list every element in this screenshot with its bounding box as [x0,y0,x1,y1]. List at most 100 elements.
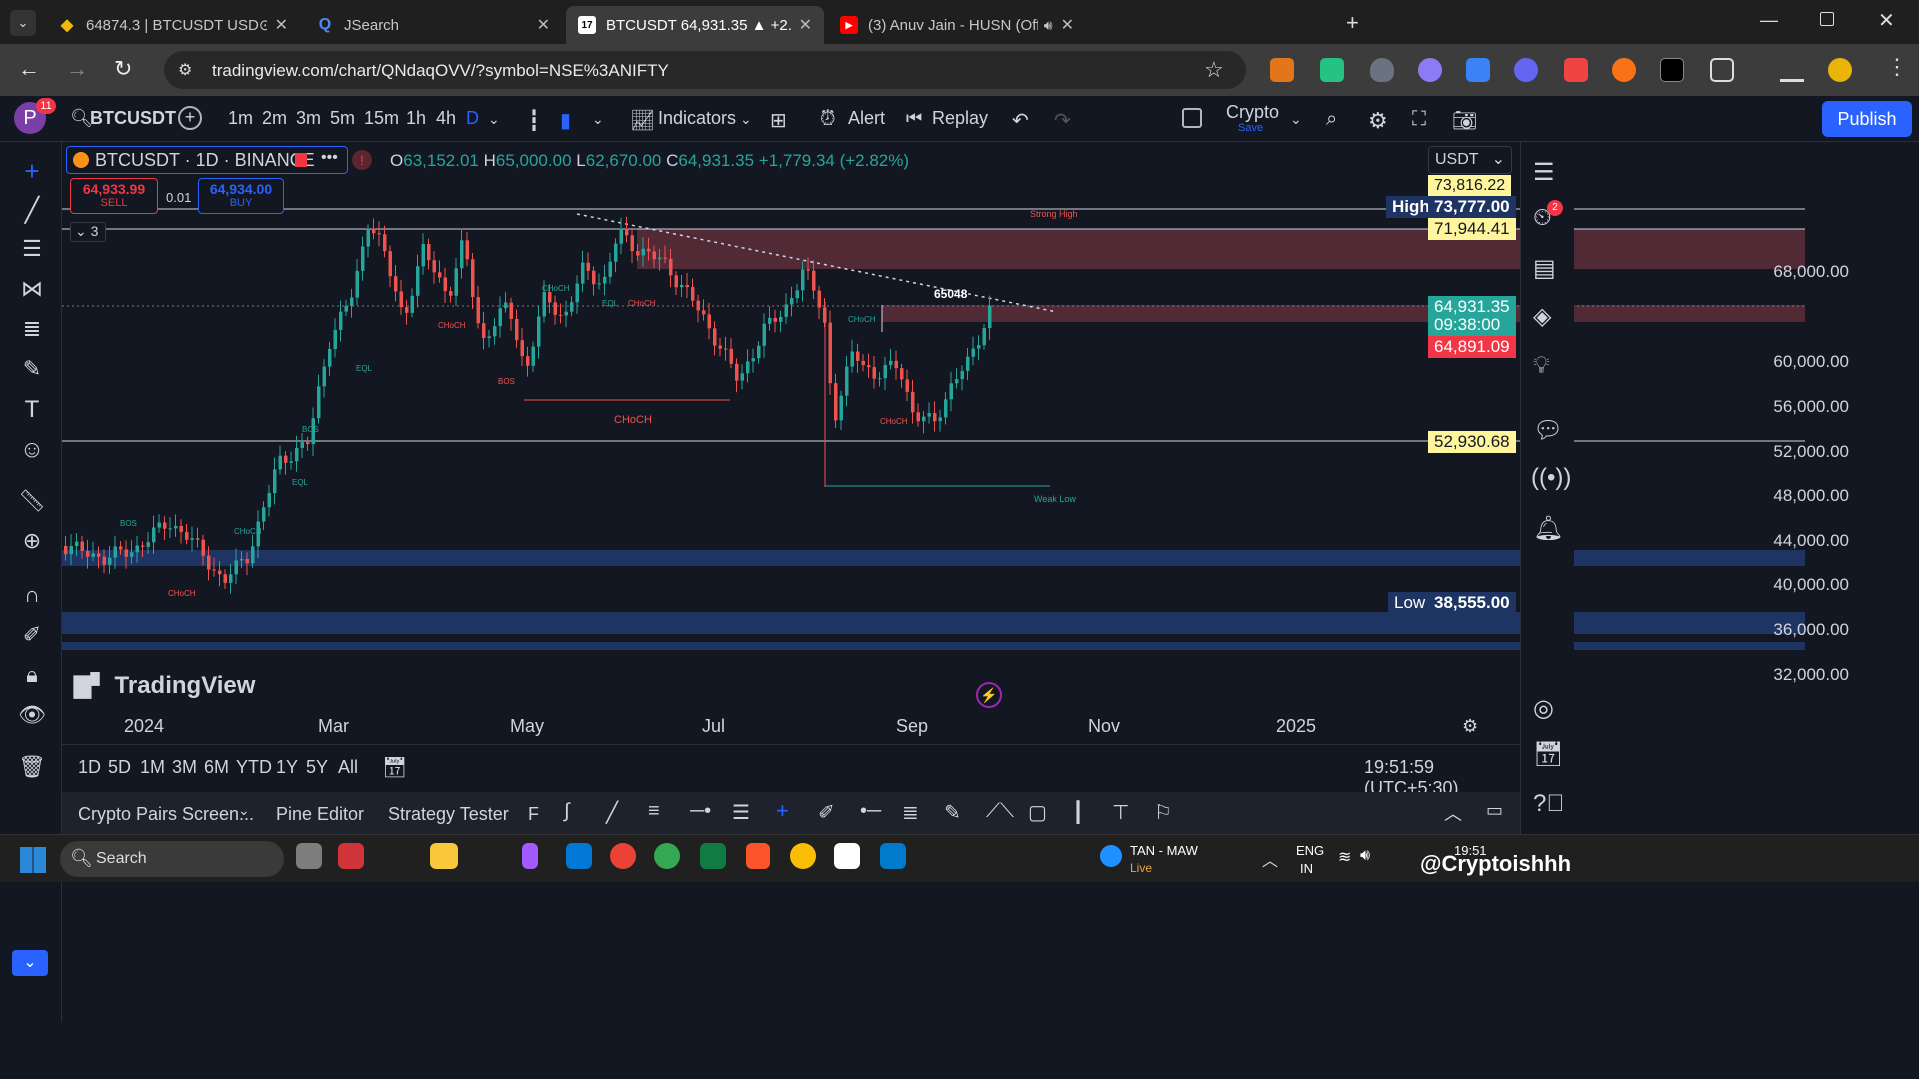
path-tool-icon[interactable]: ⟋⟍ [986,800,1014,823]
indicators-collapse-toggle[interactable]: ⌄ 3 [70,222,106,242]
network-app-icon[interactable] [566,843,592,869]
symbol-name[interactable]: BTCUSDT [90,108,176,129]
range-all[interactable]: All [338,757,358,778]
chart-type-chevron-icon[interactable]: ⌄ [592,111,604,128]
interval-4h[interactable]: 4h [436,108,456,129]
magnet-icon[interactable]: ∩ [17,582,47,612]
layers-icon[interactable]: ◈ [1533,302,1551,331]
range-5y[interactable]: 5Y [306,757,328,778]
orange-extension-icon[interactable] [1612,58,1636,82]
wifi-icon[interactable]: ≋ [1338,847,1351,867]
minimize-icon[interactable]: — [1760,10,1778,31]
undo-icon[interactable]: ↶ [1012,108,1029,133]
pattern-icon[interactable]: ⋈ [17,276,47,306]
trendline-icon[interactable]: ╱ [17,196,47,226]
parallel-channel-icon[interactable]: ≡ [648,800,660,823]
quick-search-icon[interactable]: ⌕ [1326,108,1337,131]
currency-selector[interactable]: USDT ⌄ [1428,146,1512,174]
warning-icon[interactable]: ! [352,150,372,170]
fib-tool-icon[interactable]: ☰ [732,800,750,825]
restore-icon[interactable] [1820,12,1834,26]
compare-symbol-plus-icon[interactable]: + [178,106,202,130]
collapse-panel-chevron-icon[interactable]: ︿ [1444,800,1462,826]
chrome-profile-icon[interactable] [654,843,680,869]
more-options-icon[interactable]: ••• [321,149,338,167]
notifications-bell-icon[interactable]: 🔔︎ [1533,514,1563,543]
tab-crypto-screener[interactable]: Crypto Pairs Screen... [78,804,254,825]
ghost-extension-icon[interactable] [1418,58,1442,82]
publish-button[interactable]: Publish [1822,101,1912,137]
news-widget-icon[interactable] [1100,845,1122,867]
reload-icon[interactable]: ↻ [114,56,132,82]
tab-trading-panel[interactable]: F [528,804,539,825]
watchlist-icon[interactable]: ☰ [1533,158,1555,187]
black-extension-icon[interactable] [1660,58,1684,82]
browser-tab-tradingview[interactable]: 17 BTCUSDT 64,931.35 ▲ +2.82% Crypto ✕ [566,6,824,44]
screener-chevron-icon[interactable]: ⌄ [238,802,250,819]
indicators-icon[interactable]: 📈︎ [630,108,655,133]
ideas-lightbulb-icon[interactable]: 💡︎ [1533,352,1550,380]
text-tool-icon[interactable]: T [17,396,47,426]
back-icon[interactable]: ← [18,56,40,82]
interval-15m[interactable]: 15m [364,108,399,129]
settings-gear-icon[interactable]: ⚙ [1368,108,1388,134]
tab-list-chevron-icon[interactable]: ⌄ [10,10,36,36]
camera-snapshot-icon[interactable]: 📷︎ [1452,108,1477,133]
range-1d[interactable]: 1D [78,757,101,778]
layout-square-icon[interactable] [1182,108,1202,128]
crosshair-tool-icon[interactable]: + [776,798,789,824]
help-icon[interactable]: ?⃝ [1533,790,1564,818]
axis-settings-gear-icon[interactable]: ⚙ [1462,716,1478,737]
alert-clock-icon[interactable]: ⏰︎ [820,108,836,131]
red-extension-icon[interactable] [1564,58,1588,82]
range-1m[interactable]: 1M [140,757,165,778]
wallet-extension-icon[interactable] [1466,58,1490,82]
task-view-icon[interactable] [296,843,322,869]
hide-eye-icon[interactable]: 👁︎ [17,702,47,732]
ruler-icon[interactable]: 📏︎ [17,488,47,518]
vscode-icon[interactable] [880,843,906,869]
object-tree-icon[interactable]: ⌄ [12,950,48,976]
file-explorer-icon[interactable] [430,843,458,869]
shield-extension-icon[interactable] [1370,58,1394,82]
replay-button[interactable]: Replay [932,108,988,129]
close-icon[interactable]: ✕ [1061,15,1074,35]
tray-chevron-icon[interactable]: ︿ [1262,847,1278,871]
alert-button[interactable]: Alert [848,108,885,129]
layouts-grid-icon[interactable]: ⊞ [770,108,787,133]
indicators-chevron-icon[interactable]: ⌄ [740,111,752,128]
site-info-icon[interactable]: ⚙ [178,60,192,80]
layout-name[interactable]: Crypto [1226,102,1279,123]
fullscreen-icon[interactable]: ⛶ [1412,108,1426,131]
snipping-tool-icon[interactable] [338,843,364,869]
flag-icon[interactable] [295,153,307,167]
candle-style-icon[interactable]: ▮ [560,108,571,133]
lock-icon[interactable]: 🔒︎ [17,662,47,692]
new-tab-button[interactable]: + [1346,10,1359,36]
media-control-icon[interactable] [1780,58,1804,82]
layout-chevron-icon[interactable]: ⌄ [1290,111,1302,128]
horizontal-ray-icon[interactable]: ─• [690,800,711,823]
goto-date-calendar-icon[interactable]: 📅︎ [382,755,407,780]
flag-tool-icon[interactable]: ⚐ [1154,800,1172,825]
stay-in-drawing-icon[interactable]: ✐ [17,622,47,652]
close-icon[interactable]: ✕ [275,15,288,35]
bar-style-icon[interactable]: ┇ [528,108,540,133]
tab-pine-editor[interactable]: Pine Editor [276,804,364,825]
chat-icon[interactable]: 💬︎ [1533,416,1563,445]
trash-icon[interactable]: 🗑︎ [17,754,47,784]
puzzle-extensions-icon[interactable] [1710,58,1734,82]
range-5d[interactable]: 5D [108,757,131,778]
capcut-icon[interactable] [834,843,860,869]
price-range-icon[interactable]: ⊤ [1112,800,1129,825]
brush-tool-icon[interactable]: ✐ [818,800,835,825]
tab-strategy-tester[interactable]: Strategy Tester [388,804,509,825]
brave-icon[interactable] [746,843,770,869]
close-window-icon[interactable]: ✕ [1878,8,1895,33]
calendar-icon[interactable]: 📅︎ [1533,740,1563,769]
sell-button[interactable]: 64,933.99 SELL [70,178,158,214]
close-icon[interactable]: ✕ [799,15,812,35]
streams-icon[interactable]: ((•)) [1531,464,1571,492]
interval-3m[interactable]: 3m [296,108,321,129]
chrome-icon[interactable] [610,843,636,869]
